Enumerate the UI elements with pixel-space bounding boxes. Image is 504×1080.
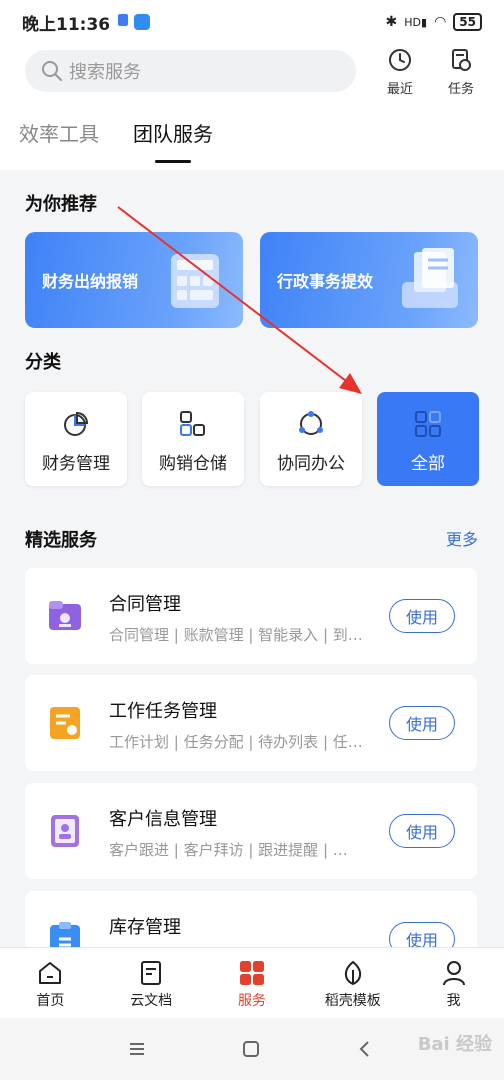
use-button[interactable]: 使用 bbox=[389, 706, 455, 740]
recommend-title: 为你推荐 bbox=[25, 194, 97, 215]
service-desc: 合同管理 | 账款管理 | 智能录入 | 到… bbox=[109, 626, 363, 644]
status-right: ✱ HD▮ ◠ 55 bbox=[386, 13, 482, 31]
watermark: Bai 经验 bbox=[417, 1034, 492, 1055]
share-circle-icon bbox=[299, 411, 323, 435]
nav-label: 首页 bbox=[36, 993, 65, 1009]
recent-button[interactable]: 最近 bbox=[380, 48, 420, 97]
calculator-illustration-icon bbox=[171, 254, 219, 308]
nav-home[interactable]: 首页 bbox=[0, 948, 101, 1018]
category-title: 分类 bbox=[25, 352, 61, 373]
task-icon bbox=[452, 49, 471, 71]
category-label: 全部 bbox=[411, 454, 445, 474]
notification-icons bbox=[118, 14, 151, 30]
service-item-customer[interactable]: 客户信息管理 客户跟进 | 客户拜访 | 跟进提醒 | … 使用 bbox=[25, 783, 477, 879]
service-name: 合同管理 bbox=[109, 594, 181, 615]
tab-team-services[interactable]: 团队服务 bbox=[133, 118, 213, 163]
grid-icon bbox=[239, 961, 264, 985]
nav-templates[interactable]: 稻壳模板 bbox=[302, 948, 403, 1018]
search-icon bbox=[42, 61, 62, 81]
featured-title: 精选服务 bbox=[25, 530, 97, 551]
bluetooth-icon: ✱ bbox=[385, 14, 398, 30]
document-icon bbox=[141, 961, 162, 985]
service-item-contract[interactable]: 合同管理 合同管理 | 账款管理 | 智能录入 | 到… 使用 bbox=[25, 568, 477, 664]
home-square-icon[interactable] bbox=[242, 1040, 260, 1058]
category-collaboration[interactable]: 协同办公 bbox=[260, 392, 362, 486]
leaf-icon bbox=[344, 960, 361, 986]
wifi-icon: ◠ bbox=[434, 14, 447, 30]
nav-label: 我 bbox=[446, 993, 461, 1009]
nav-services[interactable]: 服务 bbox=[202, 948, 303, 1018]
back-icon[interactable] bbox=[356, 1040, 374, 1058]
nav-cloud-docs[interactable]: 云文档 bbox=[101, 948, 202, 1018]
recommend-card-finance[interactable]: 财务出纳报销 bbox=[25, 232, 243, 328]
recent-label: 最近 bbox=[386, 82, 413, 97]
use-button[interactable]: 使用 bbox=[389, 814, 455, 848]
nav-label: 服务 bbox=[237, 993, 266, 1009]
service-item-inventory[interactable]: 库存管理 使用 bbox=[25, 891, 477, 956]
more-link[interactable]: 更多 bbox=[446, 526, 478, 550]
grid-icon bbox=[415, 411, 441, 437]
use-button[interactable]: 使用 bbox=[389, 599, 455, 633]
recommend-card-label: 行政事务提效 bbox=[277, 272, 374, 291]
nav-label: 云文档 bbox=[130, 993, 173, 1009]
search-input[interactable]: 搜索服务 bbox=[25, 50, 356, 92]
service-item-task[interactable]: 工作任务管理 工作计划 | 任务分配 | 待办列表 | 任… 使用 bbox=[25, 675, 477, 771]
signal-icon: HD▮ bbox=[404, 15, 428, 29]
category-label: 财务管理 bbox=[42, 454, 110, 474]
tab-efficiency-tools[interactable]: 效率工具 bbox=[19, 118, 99, 161]
header: 搜索服务 最近 任务 效率工具 团队服务 bbox=[0, 44, 504, 170]
battery-icon: 55 bbox=[453, 13, 482, 31]
category-all[interactable]: 全部 bbox=[377, 392, 479, 486]
contact-book-icon bbox=[51, 815, 79, 847]
search-placeholder: 搜索服务 bbox=[69, 62, 141, 83]
service-name: 工作任务管理 bbox=[109, 701, 217, 722]
status-time: 晚上11:36 bbox=[22, 14, 111, 35]
home-icon bbox=[39, 962, 62, 984]
recommend-card-label: 财务出纳报销 bbox=[42, 272, 139, 291]
menu-icon[interactable] bbox=[128, 1040, 146, 1058]
documents-illustration-icon bbox=[402, 248, 458, 308]
contract-folder-icon bbox=[49, 601, 81, 630]
service-name: 库存管理 bbox=[109, 917, 181, 938]
clock-icon bbox=[389, 49, 411, 71]
category-purchase-inventory[interactable]: 购销仓储 bbox=[142, 392, 244, 486]
task-list-icon bbox=[50, 707, 80, 739]
status-bar: 晚上11:36 ✱ HD▮ ◠ 55 bbox=[0, 0, 504, 44]
tab-bar: 效率工具 团队服务 bbox=[19, 118, 213, 163]
category-finance[interactable]: 财务管理 bbox=[25, 392, 127, 486]
service-desc: 工作计划 | 任务分配 | 待办列表 | 任… bbox=[109, 733, 363, 751]
service-desc: 客户跟进 | 客户拜访 | 跟进提醒 | … bbox=[109, 841, 348, 859]
recommend-card-admin[interactable]: 行政事务提效 bbox=[260, 232, 478, 328]
tasks-label: 任务 bbox=[447, 82, 474, 97]
pie-chart-icon bbox=[64, 411, 89, 436]
app-notification-icon bbox=[134, 14, 151, 30]
category-label: 购销仓储 bbox=[159, 454, 227, 474]
user-icon bbox=[442, 961, 465, 986]
tasks-button[interactable]: 任务 bbox=[441, 48, 481, 97]
bottom-nav: 首页 云文档 服务 稻壳模板 我 bbox=[0, 947, 504, 1018]
service-name: 客户信息管理 bbox=[109, 809, 217, 830]
category-label: 协同办公 bbox=[277, 454, 345, 474]
nav-label: 稻壳模板 bbox=[324, 993, 381, 1009]
shapes-icon bbox=[180, 411, 205, 436]
nav-me[interactable]: 我 bbox=[403, 948, 504, 1018]
shield-icon bbox=[118, 14, 129, 26]
